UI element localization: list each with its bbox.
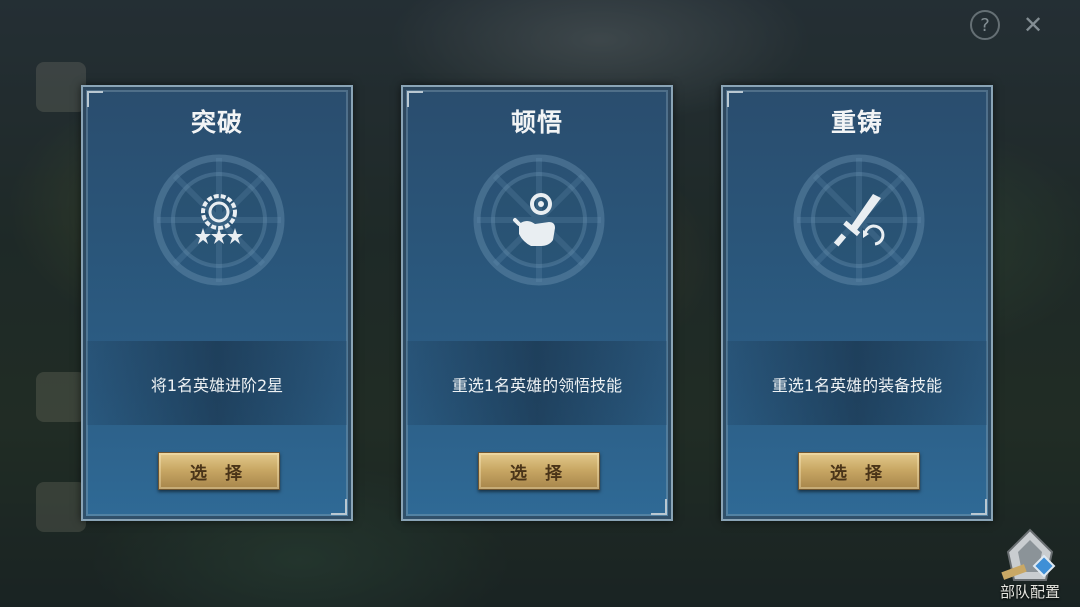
question-icon: ? — [980, 14, 990, 36]
card-title: 重铸 — [830, 108, 883, 137]
team-config-label: 部队配置 — [999, 583, 1060, 601]
card-reforge: 重铸 重选1名英雄的装备技能 选 择 — [721, 85, 993, 521]
select-button-reforge[interactable]: 选 择 — [798, 452, 920, 490]
card-description: 将1名英雄进阶2星 — [150, 376, 284, 395]
side-avatar-1 — [36, 62, 86, 112]
close-icon: ✕ — [1022, 11, 1044, 39]
card-title: 突破 — [190, 108, 243, 137]
help-button[interactable]: ? — [970, 10, 1000, 40]
sword-refresh-icon — [833, 194, 885, 247]
side-avatar-2 — [36, 372, 86, 422]
card-enlightenment: 顿悟 重选1名英雄的领悟技能 选 择 — [401, 85, 673, 521]
team-config-icon — [1001, 528, 1056, 581]
card-title: 顿悟 — [510, 108, 563, 137]
hand-orb-icon — [513, 193, 555, 246]
close-button[interactable]: ✕ — [1018, 10, 1048, 40]
side-avatar-3 — [36, 482, 86, 532]
card-description: 重选1名英雄的装备技能 — [771, 376, 943, 395]
medal-stars-icon — [195, 194, 243, 244]
card-description: 重选1名英雄的领悟技能 — [451, 376, 623, 395]
card-breakthrough: 突破 将1名英雄进阶2星 选 择 — [81, 85, 353, 521]
select-button-enlightenment[interactable]: 选 择 — [478, 452, 600, 490]
select-button-breakthrough[interactable]: 选 择 — [158, 452, 280, 490]
team-config-button[interactable]: 部队配置 — [988, 522, 1072, 604]
